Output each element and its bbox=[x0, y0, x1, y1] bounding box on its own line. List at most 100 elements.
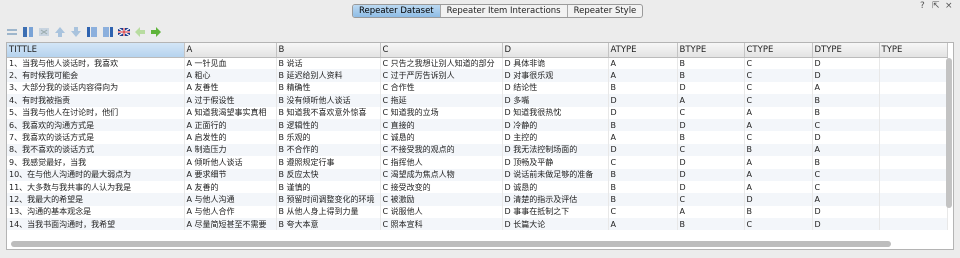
table-row[interactable]: 12、我最大的希望是 A 与他人沟通 B 预留时间调整变化的环境 C 被激励 D 清楚的… bbox=[7, 193, 948, 206]
table-row[interactable]: 13、沟通的基本观念是 A 与他人合作 B 从他人身上得到力量 C 说服他人 D 事事在… bbox=[7, 205, 948, 219]
table-row[interactable]: 2、有时候我可能会 A 粗心 B 延迟给别人资料 C 过于严厉告诉别人 D 对事很乐观 A… bbox=[7, 69, 948, 82]
column-header[interactable]: ATYPE bbox=[608, 43, 678, 58]
table-cell[interactable]: 8、我不喜欢的谈话方式 bbox=[7, 143, 185, 157]
table-cell[interactable]: B bbox=[608, 118, 678, 132]
table-cell[interactable]: 3、大部分我的谈话内容得向为 bbox=[7, 81, 185, 95]
table-cell[interactable]: A 粗心 bbox=[184, 69, 277, 82]
table-cell[interactable]: B 延迟给别人资料 bbox=[276, 69, 381, 82]
table-cell[interactable]: D bbox=[677, 180, 745, 194]
table-cell[interactable]: 12、我最大的希望是 bbox=[7, 193, 185, 206]
table-cell[interactable]: D 事事在抵制之下 bbox=[502, 205, 609, 219]
delete-row-icon[interactable] bbox=[38, 26, 50, 38]
table-row[interactable]: 14、当我书面沟通时，我希望 A 尽量简短甚至不需要 B 夸大本意 C 照本宣科 D 长… bbox=[7, 218, 948, 231]
column-header[interactable]: TYPE bbox=[879, 43, 948, 58]
table-cell[interactable]: A bbox=[744, 106, 813, 119]
table-cell[interactable]: D 多嘴 bbox=[502, 94, 609, 107]
table-cell[interactable]: B 逻辑性的 bbox=[276, 118, 381, 132]
table-cell[interactable]: C 合作性 bbox=[380, 81, 503, 95]
table-cell[interactable]: C bbox=[744, 69, 813, 82]
table-cell[interactable]: A bbox=[677, 94, 745, 107]
table-cell[interactable]: C bbox=[812, 118, 880, 132]
insert-column-icon[interactable] bbox=[22, 26, 34, 38]
table-cell[interactable]: B bbox=[608, 81, 678, 95]
table-cell[interactable] bbox=[879, 218, 948, 231]
tab-repeater-style[interactable]: Repeater Style bbox=[568, 5, 643, 17]
table-cell[interactable] bbox=[879, 180, 948, 194]
table-cell[interactable]: D 我无法控制场面的 bbox=[502, 143, 609, 157]
table-cell[interactable]: D bbox=[677, 118, 745, 132]
table-cell[interactable]: B 反应太快 bbox=[276, 168, 381, 181]
table-cell[interactable]: A 倾听他人谈话 bbox=[184, 156, 277, 169]
table-cell[interactable]: 14、当我书面沟通时，我希望 bbox=[7, 218, 185, 231]
table-cell[interactable]: B bbox=[744, 205, 813, 219]
table-cell[interactable]: B 知道我不喜欢意外惊喜 bbox=[276, 106, 381, 119]
table-cell[interactable]: B bbox=[677, 69, 745, 82]
table-cell[interactable]: 9、我感觉最好，当我 bbox=[7, 156, 185, 169]
table-cell[interactable]: C 说服他人 bbox=[380, 205, 503, 219]
table-cell[interactable]: C 接受改变的 bbox=[380, 180, 503, 194]
table-cell[interactable]: C bbox=[677, 143, 745, 157]
flag-icon[interactable] bbox=[118, 26, 130, 38]
table-cell[interactable]: C 拖延 bbox=[380, 94, 503, 107]
table-cell[interactable]: 4、有时我被指责 bbox=[7, 94, 185, 107]
table-cell[interactable]: B 说话 bbox=[276, 57, 381, 70]
table-cell[interactable]: D bbox=[812, 57, 880, 70]
forward-arrow-icon[interactable] bbox=[150, 26, 162, 38]
table-cell[interactable]: B 遵照规定行事 bbox=[276, 156, 381, 169]
table-cell[interactable]: A bbox=[812, 193, 880, 206]
table-cell[interactable]: D 具体非诡 bbox=[502, 57, 609, 70]
table-cell[interactable]: C bbox=[812, 180, 880, 194]
table-cell[interactable] bbox=[879, 81, 948, 95]
table-cell[interactable]: D 对事很乐观 bbox=[502, 69, 609, 82]
table-cell[interactable]: C bbox=[744, 94, 813, 107]
table-cell[interactable] bbox=[879, 193, 948, 206]
table-cell[interactable]: A 尽量简短甚至不需要 bbox=[184, 218, 277, 231]
column-header[interactable]: D bbox=[502, 43, 609, 58]
column-header[interactable]: B bbox=[276, 43, 381, 58]
table-cell[interactable]: A 启发性的 bbox=[184, 131, 277, 144]
horizontal-scrollbar[interactable] bbox=[11, 241, 891, 247]
table-cell[interactable]: A bbox=[608, 57, 678, 70]
table-row[interactable]: 11、大多数与我共事的人认为我是 A 友善的 B 谨慎的 C 接受改变的 D 诚恳的 B D… bbox=[7, 180, 948, 194]
table-cell[interactable]: B bbox=[677, 131, 745, 144]
column-right-icon[interactable] bbox=[102, 26, 114, 38]
table-cell[interactable]: C bbox=[744, 81, 813, 95]
table-cell[interactable]: C bbox=[812, 168, 880, 181]
table-cell[interactable]: D 主控的 bbox=[502, 131, 609, 144]
table-cell[interactable]: B bbox=[744, 143, 813, 157]
vertical-scrollbar[interactable] bbox=[946, 58, 952, 208]
table-cell[interactable]: D 顶畅及平静 bbox=[502, 156, 609, 169]
table-cell[interactable]: D bbox=[812, 205, 880, 219]
table-cell[interactable]: A bbox=[608, 131, 678, 144]
table-cell[interactable]: 11、大多数与我共事的人认为我是 bbox=[7, 180, 185, 194]
table-cell[interactable]: 7、我喜欢的谈话方式是 bbox=[7, 131, 185, 144]
insert-row-icon[interactable] bbox=[6, 26, 18, 38]
table-cell[interactable] bbox=[879, 168, 948, 181]
table-cell[interactable]: C 诚恳的 bbox=[380, 131, 503, 144]
table-cell[interactable] bbox=[879, 57, 948, 70]
table-cell[interactable]: C bbox=[744, 57, 813, 70]
table-cell[interactable]: C 指挥他人 bbox=[380, 156, 503, 169]
table-cell[interactable]: D bbox=[608, 94, 678, 107]
table-cell[interactable]: B 不合作的 bbox=[276, 143, 381, 157]
table-row[interactable]: 6、我喜欢的沟通方式是 A 正面行的 B 逻辑性的 C 直接的 D 冷静的 B D A C bbox=[7, 118, 948, 132]
table-cell[interactable]: C bbox=[744, 218, 813, 231]
table-cell[interactable]: A 一针见血 bbox=[184, 57, 277, 70]
column-header[interactable]: A bbox=[184, 43, 277, 58]
table-cell[interactable]: B bbox=[677, 57, 745, 70]
table-cell[interactable]: D 冷静的 bbox=[502, 118, 609, 132]
tab-repeater-item-interactions[interactable]: Repeater Item Interactions bbox=[441, 5, 568, 17]
table-cell[interactable]: 2、有时候我可能会 bbox=[7, 69, 185, 82]
table-cell[interactable]: D bbox=[608, 143, 678, 157]
table-cell[interactable]: D 结论性 bbox=[502, 81, 609, 95]
table-cell[interactable]: A 制造压力 bbox=[184, 143, 277, 157]
table-cell[interactable]: B bbox=[608, 180, 678, 194]
table-cell[interactable]: B 预留时间调整变化的环境 bbox=[276, 193, 381, 206]
table-cell[interactable]: D 说话前未做足够的准备 bbox=[502, 168, 609, 181]
table-cell[interactable]: D bbox=[608, 106, 678, 119]
table-cell[interactable] bbox=[879, 69, 948, 82]
column-left-icon[interactable] bbox=[86, 26, 98, 38]
table-cell[interactable]: B 夸大本意 bbox=[276, 218, 381, 231]
table-cell[interactable]: C bbox=[608, 156, 678, 169]
table-cell[interactable] bbox=[879, 205, 948, 219]
